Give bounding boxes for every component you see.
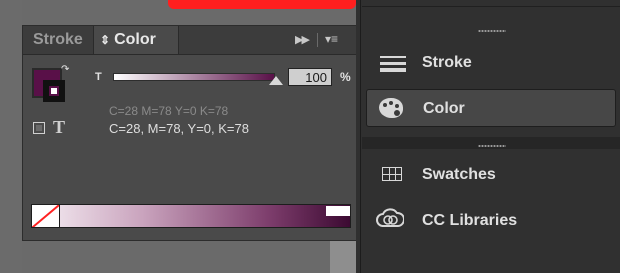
dock-grip-handle[interactable] bbox=[478, 144, 506, 148]
palette-icon bbox=[379, 98, 403, 118]
dock-item-color[interactable]: Color bbox=[366, 89, 616, 127]
stroke-swatch[interactable] bbox=[43, 80, 65, 102]
cc-libraries-icon bbox=[376, 208, 404, 227]
color-panel: Stroke ⇕ Color ▶▶ ▾≡ ↷ T 100 % T C=28 M=7… bbox=[22, 25, 358, 241]
tab-stroke[interactable]: Stroke bbox=[29, 26, 95, 54]
dock-item-stroke[interactable]: Stroke bbox=[366, 44, 616, 82]
tint-channel-label: T bbox=[95, 71, 102, 83]
color-readout: C=28, M=78, Y=0, K=78 bbox=[109, 121, 249, 136]
dock-divider bbox=[360, 0, 361, 273]
left-gutter bbox=[0, 0, 22, 273]
tab-color-label: Color bbox=[114, 31, 156, 48]
color-ramp[interactable] bbox=[31, 204, 351, 228]
scrollbar-track[interactable] bbox=[330, 241, 356, 273]
tab-strip-separator bbox=[317, 33, 318, 47]
tab-color[interactable]: ⇕ Color bbox=[93, 26, 179, 54]
dock-item-label: CC Libraries bbox=[422, 212, 518, 229]
dock-item-label: Stroke bbox=[422, 54, 472, 71]
tint-slider-thumb[interactable] bbox=[269, 76, 283, 85]
dock-grip-handle[interactable] bbox=[478, 29, 506, 33]
tint-input[interactable]: 100 bbox=[288, 68, 332, 86]
formatting-container-icon[interactable] bbox=[33, 122, 45, 134]
swap-fill-stroke-icon[interactable]: ↷ bbox=[61, 64, 69, 75]
formatting-text-icon[interactable]: T bbox=[53, 117, 65, 138]
dock-item-label: Color bbox=[423, 100, 465, 117]
ramp-white-swatch[interactable] bbox=[326, 206, 350, 216]
dock-item-label: Swatches bbox=[422, 166, 496, 183]
collapse-forward-icon[interactable]: ▶▶ bbox=[295, 33, 310, 46]
updown-chevron-icon: ⇕ bbox=[100, 33, 111, 47]
dock-item-swatches[interactable]: Swatches bbox=[366, 156, 616, 194]
panel-menu-icon[interactable]: ▾≡ bbox=[325, 32, 338, 46]
panel-tab-strip: Stroke ⇕ Color ▶▶ ▾≡ bbox=[23, 26, 357, 55]
percent-label: % bbox=[340, 70, 351, 84]
swatches-grid-icon bbox=[382, 167, 402, 181]
dock-item-cc-libraries[interactable]: CC Libraries bbox=[366, 202, 616, 240]
stroke-lines-icon bbox=[380, 56, 406, 72]
red-banner-edge bbox=[168, 0, 356, 9]
dock-top-edge bbox=[362, 6, 620, 7]
tint-slider[interactable] bbox=[113, 73, 275, 81]
color-readout-previous: C=28 M=78 Y=0 K=78 bbox=[109, 104, 229, 118]
none-color-icon[interactable] bbox=[32, 205, 60, 227]
